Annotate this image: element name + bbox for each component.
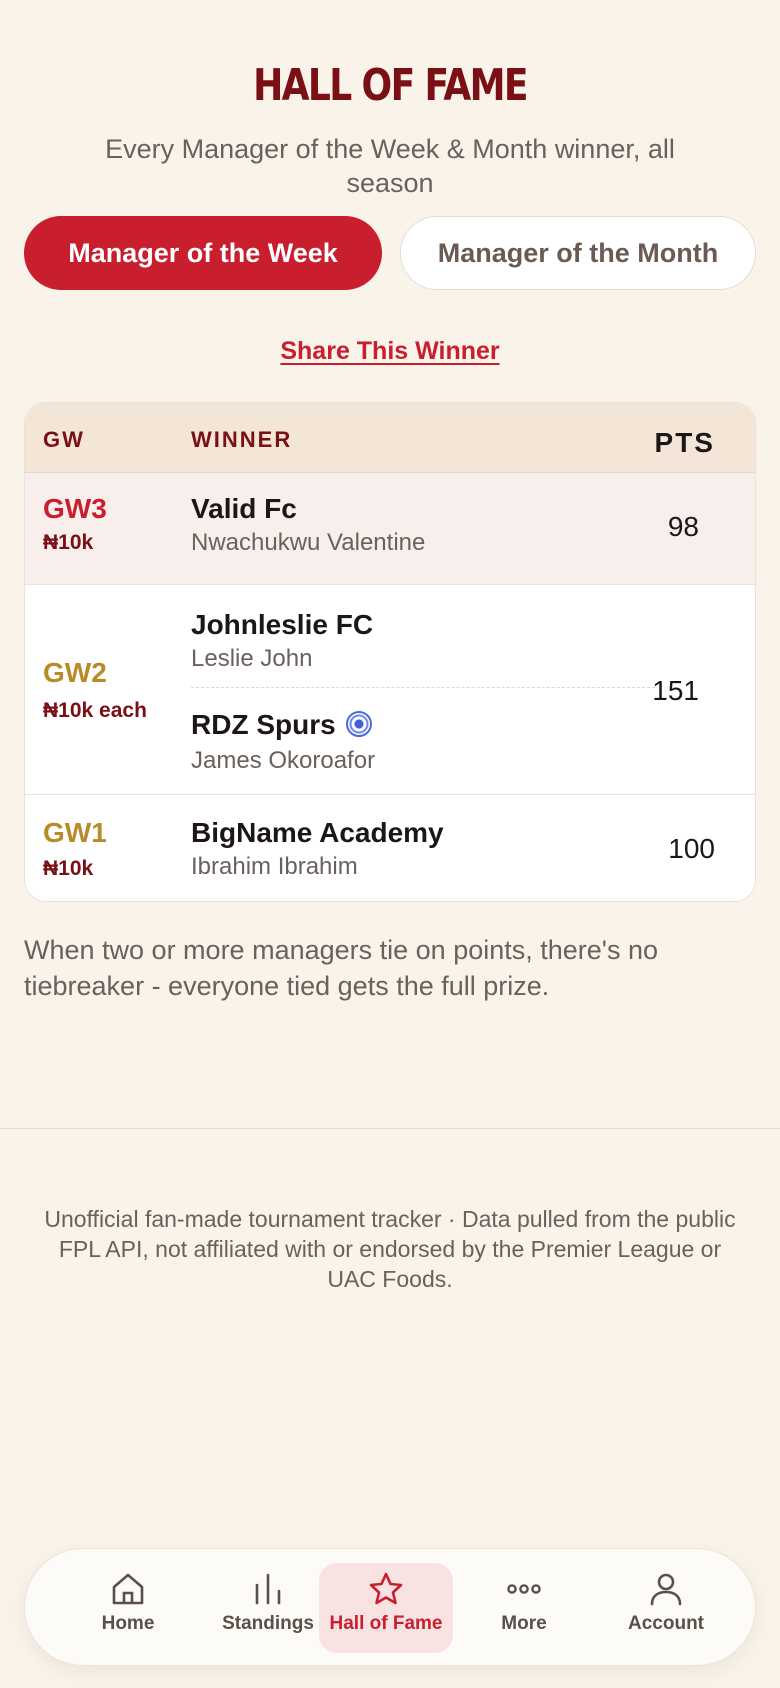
nav-home[interactable]: Home [61,1563,195,1653]
account-icon [650,1573,682,1606]
standings-icon [255,1573,281,1605]
nav-standings[interactable]: Standings [201,1563,335,1653]
manager-name: Ibrahim Ibrahim [191,853,358,880]
manager-name: James Okoroafor [191,747,376,774]
nav-hall-of-fame[interactable]: Hall of Fame [319,1563,453,1653]
table-header: GW WINNER PTS [25,403,755,473]
team-name: RDZ Spurs [191,709,372,741]
tab-manager-of-the-week[interactable]: Manager of the Week [24,216,382,290]
nav-label: Standings [222,1613,314,1634]
nav-label: More [501,1613,547,1634]
team-name: Valid Fc [191,493,297,524]
points-value: 98 [667,511,699,542]
home-icon [112,1573,144,1605]
nav-more[interactable]: More [457,1563,591,1653]
gameweek-label: GW1 [43,817,107,848]
table-row: GW1 ₦10k BigName Academy Ibrahim Ibrahim… [25,795,755,901]
bottom-nav: Home Standings Hall of Fame More Account [24,1548,756,1666]
nav-account[interactable]: Account [599,1563,733,1653]
manager-name: Nwachukwu Valentine [191,529,426,556]
column-header-pts: PTS [654,427,715,458]
table-row: GW2 ₦10k each Johnleslie FC Leslie John … [25,585,755,795]
page-subtitle: Every Manager of the Week & Month winner… [105,134,675,198]
share-winner-link[interactable]: Share This Winner [0,337,780,366]
nav-label: Home [101,1613,155,1634]
soccer-ball-icon [345,710,372,737]
prize-amount: ₦10k each [43,699,147,722]
winners-table: GW WINNER PTS GW3 ₦10k Valid Fc Nwachukw… [24,402,756,902]
page-title: HALL OF FAME [253,60,528,111]
manager-name: Leslie John [191,645,313,672]
more-icon [507,1584,541,1594]
prize-amount: ₦10k [43,531,94,554]
nav-label: Account [628,1613,704,1634]
prize-amount: ₦10k [43,857,94,880]
team-name-text: RDZ Spurs [191,709,336,740]
column-header-winner: WINNER [191,427,293,452]
footer-divider [0,1128,780,1129]
nav-label: Hall of Fame [329,1613,443,1634]
column-header-gw: GW [43,427,85,452]
gameweek-label: GW2 [43,657,107,688]
star-icon [369,1572,403,1605]
gameweek-label: GW3 [43,493,107,524]
points-value: 151 [652,675,699,706]
tab-manager-of-the-month[interactable]: Manager of the Month [400,216,756,290]
award-tabs: Manager of the Week Manager of the Month [24,216,756,290]
footer-disclaimer: Unofficial fan-made tournament tracker ·… [44,1206,736,1292]
tie-divider [191,687,655,688]
points-value: 100 [668,833,715,864]
table-row: GW3 ₦10k Valid Fc Nwachukwu Valentine 98 [25,473,755,585]
team-name: BigName Academy [191,817,444,848]
team-name: Johnleslie FC [191,609,374,640]
tiebreaker-note: When two or more managers tie on points,… [24,935,658,1001]
